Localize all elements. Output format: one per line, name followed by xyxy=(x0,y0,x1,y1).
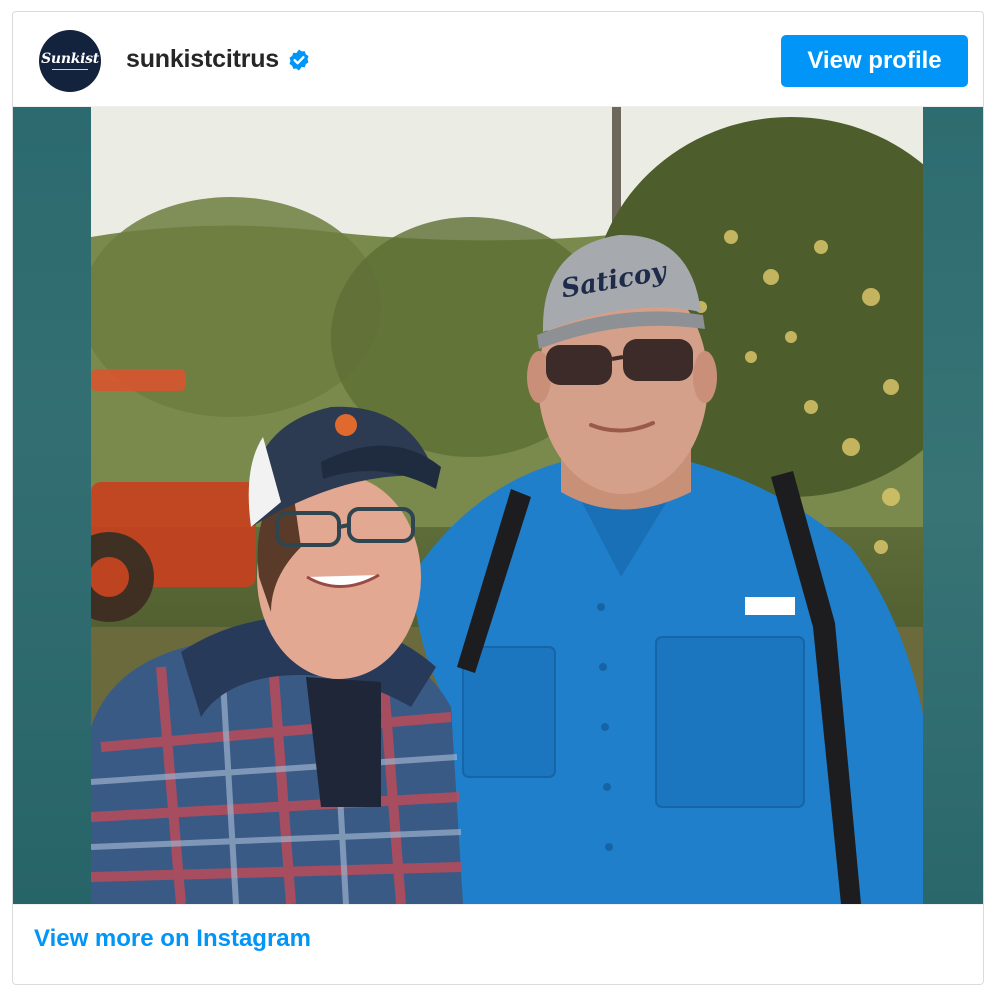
sunkist-cap-logo xyxy=(335,414,357,436)
teal-frame-right xyxy=(923,107,983,904)
post-footer: View more on Instagram xyxy=(13,904,983,984)
verified-badge-icon xyxy=(287,48,311,72)
avatar-logo-rule xyxy=(52,69,88,70)
photo-illustration: Saticoy xyxy=(91,107,923,904)
post-header: Sunkist sunkistcitrus View profile xyxy=(13,12,983,107)
avatar[interactable]: Sunkist xyxy=(39,30,101,92)
instagram-embed: Sunkist sunkistcitrus View profile Satic… xyxy=(12,11,984,985)
post-image[interactable]: Saticoy xyxy=(13,107,983,904)
teal-frame-left xyxy=(13,107,91,904)
shirt-tag xyxy=(745,597,795,615)
avatar-logo-text: Sunkist xyxy=(41,51,99,67)
view-profile-button[interactable]: View profile xyxy=(781,35,968,87)
username[interactable]: sunkistcitrus xyxy=(126,45,279,74)
username-row: sunkistcitrus xyxy=(126,45,311,74)
view-more-link[interactable]: View more on Instagram xyxy=(34,925,311,953)
photo: Saticoy xyxy=(91,107,923,904)
